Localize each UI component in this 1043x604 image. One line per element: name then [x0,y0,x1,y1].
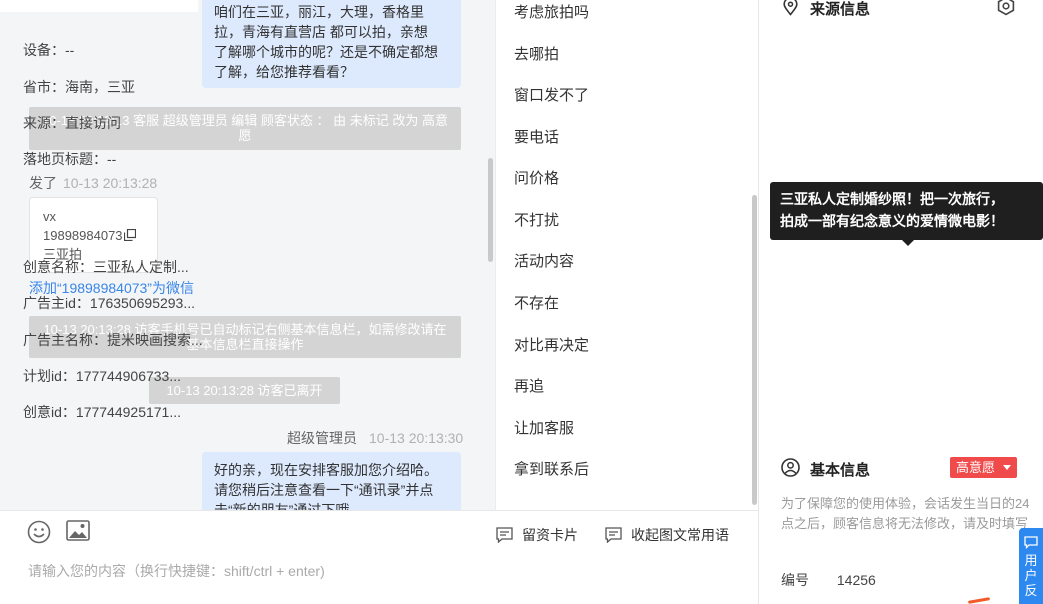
quick-reply-scrollbar[interactable] [752,195,757,505]
agent-message-bubble: 好的亲，现在安排客服加您介绍哈。 请您稍后注意查看一下“通讯录”并点 击“新的朋… [202,452,461,510]
quick-reply-item[interactable]: 考虑旅拍吗 [514,1,589,22]
quick-reply-item[interactable]: 再追 [514,375,544,396]
agent-meta: 超级管理员 10-13 20:13:30 [287,428,463,448]
region-row: 省市：海南，三亚 [23,77,135,97]
emoji-icon[interactable] [27,520,51,544]
advertiser-name-row[interactable]: 广告主名称：提米映画搜索... [23,330,203,350]
message-input[interactable] [28,563,468,579]
plan-id-value: 177744906733... [75,368,182,384]
landing-title-row: 落地页标题：-- [23,149,116,169]
message-card-icon [605,527,622,543]
contact-line: vx [43,209,56,224]
visitor-meta: 发了 10-13 20:13:28 [29,173,157,193]
quick-reply-item[interactable]: 活动内容 [514,250,574,271]
source-row: 来源：直接访问 [23,113,121,133]
quick-reply-item[interactable]: 问价格 [514,167,559,188]
chat-scrollbar[interactable] [488,158,493,262]
intent-status-dropdown[interactable]: 高意愿 [950,457,1017,478]
contact-number: 19898984073 [43,228,123,243]
quick-reply-item[interactable]: 让加客服 [514,417,574,438]
creative-id-value: 177744925171... [75,404,182,420]
contact-number-row: 19898984073 [43,226,144,245]
creative-id-label: 创意id： [23,404,76,420]
quick-reply-item[interactable]: 拿到联系后 [514,458,589,479]
info-card-button[interactable]: 留资卡片 [496,525,578,545]
agent-message-bubble: 咱们在三亚，丽江，大理，香格里 拉，青海有直营店 都可以拍，亲想 了解哪个城市的… [202,0,461,88]
basic-info-title: 基本信息 [810,462,871,479]
id-value: 14256 [836,572,876,588]
device-value: -- [65,42,75,58]
previous-card-edge [0,0,198,12]
region-value: 海南，三亚 [65,79,135,95]
basic-info-note: 为了保障您的使用体验，会话发生当日的24点之后，顾客信息将无法修改，请及时填写 [781,496,1030,531]
id-label: 编号 [781,572,809,588]
visitor-timestamp: 10-13 20:13:28 [63,175,158,191]
source-label: 来源： [23,115,65,131]
message-line: 了解，给您推荐看看？ [214,64,354,80]
chat-bubble-icon [1024,536,1038,549]
location-pin-icon [783,0,798,16]
message-line: 击“新的朋友”通过下哦 [214,502,350,510]
agent-timestamp: 10-13 20:13:30 [369,430,464,446]
tooltip-arrow [902,240,914,246]
collapse-phrases-label: 收起图文常用语 [631,527,729,543]
user-circle-icon [781,458,800,477]
quick-reply-panel[interactable]: 考虑旅拍吗 去哪拍 窗口发不了 要电话 问价格 不打扰 活动内容 不存在 对比再… [495,0,758,510]
region-label: 省市： [23,79,65,95]
quick-reply-item[interactable]: 不存在 [514,292,559,313]
creative-name-row[interactable]: 创意名称：三亚私人定制... [23,257,189,277]
message-line: 请您稍后注意查看一下“通讯录”并点 [214,482,434,498]
message-line: 咱们在三亚，丽江，大理，香格里 [214,4,424,20]
tooltip-line: 拍成一部有纪念意义的爱情微电影！ [780,213,1004,229]
quick-reply-item[interactable]: 不打扰 [514,209,559,230]
message-line: 好的亲，现在安排客服加您介绍哈。 [214,462,438,478]
landing-title-label: 落地页标题： [23,151,107,167]
advertiser-name-label: 广告主名称： [23,332,107,348]
caret-down-icon [1003,465,1011,470]
advertiser-id-row[interactable]: 广告主id：176350695293... [23,293,195,313]
message-line: 了解哪个城市的呢？还是不确定都想 [214,44,438,60]
agent-name: 超级管理员 [287,430,357,446]
creative-name-label: 创意名称： [23,259,93,275]
advertiser-id-label: 广告主id： [23,295,90,311]
plan-id-label: 计划id： [23,368,76,384]
settings-icon[interactable] [996,0,1016,16]
tooltip-line: 三亚私人定制婚纱照！把一次旅行， [780,191,1004,207]
device-row: 设备：-- [23,40,74,60]
advertiser-name-value: 提米映画搜索... [107,332,203,348]
copy-icon[interactable] [123,229,136,241]
feedback-tab[interactable]: 用户反 [1019,528,1043,604]
intent-status-label: 高意愿 [956,460,996,475]
creative-name-value: 三亚私人定制... [93,259,189,275]
message-card-icon [496,527,513,543]
id-row: 编号 14256 [781,570,876,590]
creative-id-row[interactable]: 创意id：177744925171... [23,402,181,422]
image-icon[interactable] [66,520,90,542]
advertiser-id-value: 176350695293... [89,295,196,311]
landing-title-value: -- [107,151,117,167]
collapse-phrases-button[interactable]: 收起图文常用语 [605,525,729,545]
device-label: 设备： [23,42,65,58]
tooltip: 三亚私人定制婚纱照！把一次旅行， 拍成一部有纪念意义的爱情微电影！ [770,182,1043,240]
source-info-title: 来源信息 [810,1,871,18]
info-card-label: 留资卡片 [522,527,578,543]
plan-id-row[interactable]: 计划id：177744906733... [23,366,181,386]
message-line: 拉，青海有直营店 都可以拍，亲想 [214,24,428,40]
quick-reply-item[interactable]: 去哪拍 [514,43,559,64]
quick-reply-item[interactable]: 对比再决定 [514,334,589,355]
quick-reply-item[interactable]: 要电话 [514,126,559,147]
quick-reply-item[interactable]: 窗口发不了 [514,84,589,105]
feedback-label: 用户反 [1024,553,1038,598]
visitor-label: 发了 [29,175,57,191]
source-value: 直接访问 [65,115,121,131]
